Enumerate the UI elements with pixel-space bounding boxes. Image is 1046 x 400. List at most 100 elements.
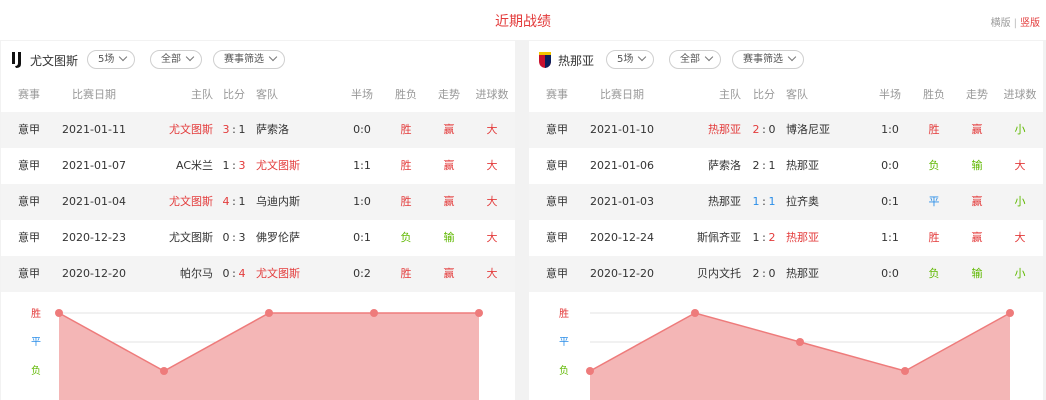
competition-filter-dropdown[interactable]: 赛事筛选 <box>213 50 285 69</box>
header-result: 胜负 <box>395 88 417 101</box>
match-result: 负 <box>400 231 412 244</box>
table-row[interactable]: 意甲 2020-12-24 斯佩齐亚 1:2 热那亚 1:1 胜 赢 大 <box>529 220 1043 256</box>
half-time-score: 1:1 <box>353 159 371 172</box>
header-event: 赛事 <box>18 88 40 101</box>
home-team: 萨索洛 <box>708 159 741 172</box>
away-team: 萨索洛 <box>256 123 289 136</box>
handicap-trend: 赢 <box>971 195 983 208</box>
handicap-trend: 赢 <box>971 123 983 136</box>
away-team: 热那亚 <box>786 159 819 172</box>
home-team: 热那亚 <box>708 195 741 208</box>
scope-dropdown[interactable]: 全部 <box>669 50 721 69</box>
table-row[interactable]: 意甲 2021-01-11 尤文图斯 3:1 萨索洛 0:0 胜 赢 大 <box>1 112 515 148</box>
match-date: 2021-01-03 <box>590 195 654 208</box>
y-label-loss: 负 <box>559 366 569 377</box>
chevron-down-icon <box>268 52 278 62</box>
score-separator: : <box>232 159 236 172</box>
table-row[interactable]: 意甲 2021-01-07 AC米兰 1:3 尤文图斯 1:1 胜 赢 大 <box>1 148 515 184</box>
score-separator: : <box>762 159 766 172</box>
away-team: 热那亚 <box>786 231 819 244</box>
chevron-down-icon <box>704 52 714 62</box>
away-goals: 1 <box>238 195 246 208</box>
goals-over-under: 大 <box>486 195 498 208</box>
form-area <box>59 313 479 400</box>
team-name: 尤文图斯 <box>30 54 79 68</box>
half-time-score: 0:0 <box>881 267 899 280</box>
handicap-trend: 赢 <box>443 123 455 136</box>
match-event: 意甲 <box>546 231 568 244</box>
table-row[interactable]: 意甲 2020-12-20 帕尔马 0:4 尤文图斯 0:2 胜 赢 大 <box>1 256 515 292</box>
table-row[interactable]: 意甲 2021-01-03 热那亚 1:1 拉齐奥 0:1 平 赢 小 <box>529 184 1043 220</box>
away-goals: 1 <box>238 123 246 136</box>
away-team: 乌迪内斯 <box>256 195 300 208</box>
handicap-trend: 赢 <box>443 267 455 280</box>
table-row[interactable]: 意甲 2020-12-23 尤文图斯 0:3 佛罗伦萨 0:1 负 输 大 <box>1 220 515 256</box>
home-team: 斯佩齐亚 <box>697 231 741 244</box>
form-point[interactable] <box>265 309 273 317</box>
form-chart-svg <box>55 309 483 400</box>
competition-filter-dropdown[interactable]: 赛事筛选 <box>732 50 804 69</box>
half-time-score: 0:0 <box>353 123 371 136</box>
half-time-score: 1:1 <box>881 231 899 244</box>
home-team: 贝内文托 <box>697 267 741 280</box>
match-count-dropdown[interactable]: 5场 <box>606 50 655 69</box>
form-point[interactable] <box>160 367 168 375</box>
table-header: 赛事 比赛日期 主队 比分 客队 半场 胜负 走势 进球数 <box>529 78 1043 112</box>
match-count-dropdown[interactable]: 5场 <box>87 50 136 69</box>
header-half: 半场 <box>351 88 373 101</box>
form-point[interactable] <box>586 367 594 375</box>
match-date: 2021-01-06 <box>590 159 654 172</box>
table-row[interactable]: 意甲 2021-01-06 萨索洛 2:1 热那亚 0:0 负 输 大 <box>529 148 1043 184</box>
match-result: 平 <box>928 195 940 208</box>
chevron-down-icon <box>119 52 128 62</box>
home-team: 尤文图斯 <box>169 123 213 136</box>
scope-dropdown[interactable]: 全部 <box>150 50 202 69</box>
horizontal-view-link[interactable]: 横版 <box>991 18 1011 29</box>
top-bar: 近期战绩 横版 | 竖版 <box>0 0 1046 40</box>
goals-over-under: 大 <box>486 267 498 280</box>
table-row[interactable]: 意甲 2021-01-10 热那亚 2:0 博洛尼亚 1:0 胜 赢 小 <box>529 112 1043 148</box>
form-point[interactable] <box>691 309 699 317</box>
match-result: 胜 <box>928 231 940 244</box>
away-goals: 2 <box>768 231 776 244</box>
away-team: 佛罗伦萨 <box>256 231 300 244</box>
match-event: 意甲 <box>546 123 568 136</box>
form-point[interactable] <box>55 309 63 317</box>
form-point[interactable] <box>1006 309 1014 317</box>
away-goals: 3 <box>238 159 246 172</box>
away-goals: 0 <box>768 267 776 280</box>
score-separator: : <box>762 231 766 244</box>
form-point[interactable] <box>475 309 483 317</box>
goals-over-under: 大 <box>1014 159 1026 172</box>
score-separator: : <box>762 195 766 208</box>
half-time-score: 0:1 <box>881 195 899 208</box>
match-count-value: 5场 <box>617 54 634 65</box>
home-team: 帕尔马 <box>180 267 213 280</box>
team-panel-home: 尤文图斯 5场 全部 赛事筛选 赛事 比赛日期 主队 比分 客队 半场 胜负 走… <box>1 41 515 400</box>
header-home: 主队 <box>191 88 213 101</box>
y-label-loss: 负 <box>31 366 41 377</box>
form-point[interactable] <box>796 338 804 346</box>
away-goals: 3 <box>238 231 246 244</box>
team-header: 热那亚 5场 全部 赛事筛选 <box>529 41 1043 78</box>
form-point[interactable] <box>901 367 909 375</box>
vertical-view-link[interactable]: 竖版 <box>1020 18 1040 29</box>
handicap-trend: 赢 <box>443 195 455 208</box>
form-point[interactable] <box>370 309 378 317</box>
header-goals: 进球数 <box>475 88 509 101</box>
chevron-down-icon <box>787 52 797 62</box>
handicap-trend: 赢 <box>971 231 983 244</box>
match-event: 意甲 <box>18 159 40 172</box>
chevron-down-icon <box>638 52 647 62</box>
match-event: 意甲 <box>18 195 40 208</box>
match-date: 2021-01-07 <box>62 159 126 172</box>
team-name: 热那亚 <box>558 54 595 68</box>
home-goals: 0 <box>222 231 230 244</box>
table-row[interactable]: 意甲 2021-01-04 尤文图斯 4:1 乌迪内斯 1:0 胜 赢 大 <box>1 184 515 220</box>
header-goals: 进球数 <box>1003 88 1037 101</box>
team-header: 尤文图斯 5场 全部 赛事筛选 <box>1 41 515 78</box>
header-home: 主队 <box>719 88 741 101</box>
table-row[interactable]: 意甲 2020-12-20 贝内文托 2:0 热那亚 0:0 负 输 小 <box>529 256 1043 292</box>
team-panel-away: 热那亚 5场 全部 赛事筛选 赛事 比赛日期 主队 比分 客队 半场 胜负 走势… <box>529 41 1043 400</box>
header-trend: 走势 <box>438 88 460 101</box>
